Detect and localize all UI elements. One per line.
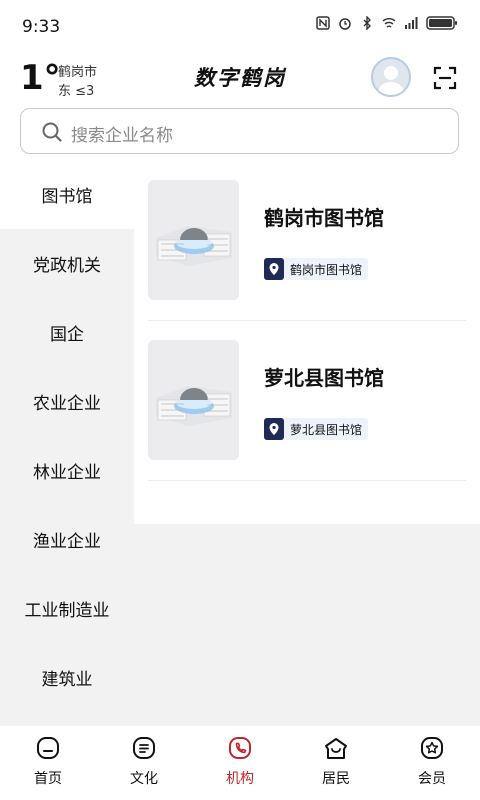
- member-icon: [421, 737, 443, 759]
- wind-info: 东 ≤3: [58, 84, 95, 99]
- divider: [148, 480, 466, 481]
- institution-icon: [229, 737, 251, 759]
- nav-member[interactable]: 会员: [384, 734, 480, 796]
- sidebar-item-label: 建筑业: [41, 670, 93, 690]
- culture-icon: [133, 737, 155, 759]
- sidebar-item-manufacturing[interactable]: 工业制造业: [0, 574, 134, 643]
- wifi-icon: [382, 18, 396, 28]
- alarm-icon: [339, 18, 351, 30]
- app-header: 1° 鹤岗市 东 ≤3 数字鹤岗: [0, 52, 480, 104]
- sidebar-item-label: 国企: [50, 325, 84, 345]
- listing-title: 萝北县图书馆: [264, 366, 384, 390]
- location-tag: 鹤岗市图书馆: [264, 258, 369, 280]
- sidebar-item-agriculture[interactable]: 农业企业: [0, 367, 134, 436]
- building-thumbnail: [148, 340, 239, 460]
- bottom-nav: 首页 文化 机构 居民 会员: [0, 726, 480, 800]
- city-name: 鹤岗市: [58, 65, 98, 80]
- search-icon: [42, 122, 62, 142]
- listing-card[interactable]: 鹤岗市图书馆 鹤岗市图书馆: [148, 180, 466, 320]
- nav-label: 首页: [34, 771, 62, 787]
- sidebar-item-fishery[interactable]: 渔业企业: [0, 505, 134, 574]
- nav-label: 机构: [226, 771, 254, 787]
- signal-icon: [405, 17, 418, 29]
- temperature: 1°: [20, 58, 61, 98]
- sidebar-item-label: 林业企业: [33, 463, 101, 483]
- nav-label: 文化: [130, 771, 158, 787]
- sidebar-item-label: 渔业企业: [33, 532, 101, 552]
- divider: [148, 320, 466, 321]
- location-tag-label: 鹤岗市图书馆: [290, 262, 363, 277]
- sidebar-item-construction[interactable]: 建筑业: [0, 643, 134, 712]
- listing-panel: 鹤岗市图书馆 鹤岗市图书馆 萝北县图书馆 萝北县图书馆: [134, 160, 480, 524]
- avatar[interactable]: [371, 57, 411, 97]
- listing-title: 鹤岗市图书馆: [264, 206, 384, 230]
- sidebar-item-label: 党政机关: [33, 256, 101, 276]
- sidebar-item-label: 图书馆: [41, 187, 93, 207]
- location-tag-label: 萝北县图书馆: [290, 422, 363, 437]
- status-time: 9:33: [22, 17, 61, 37]
- search-input[interactable]: 搜索企业名称: [20, 108, 459, 154]
- user-icon: [377, 66, 405, 95]
- nav-institution[interactable]: 机构: [192, 734, 288, 796]
- location-pin-icon: [264, 418, 284, 440]
- sidebar-item-forestry[interactable]: 林业企业: [0, 436, 134, 505]
- bluetooth-icon: [363, 16, 371, 30]
- location-pin-icon: [264, 258, 284, 280]
- home-icon: [37, 737, 59, 759]
- status-bar: 9:33: [0, 0, 480, 52]
- sidebar-item-label: 农业企业: [33, 394, 101, 414]
- search-placeholder: 搜索企业名称: [71, 126, 173, 146]
- sidebar-item-library[interactable]: 图书馆: [0, 160, 134, 229]
- residents-icon: [325, 738, 347, 759]
- sidebar-item-label: 工业制造业: [24, 601, 110, 621]
- listing-card[interactable]: 萝北县图书馆 萝北县图书馆: [148, 340, 466, 480]
- building-icon: [148, 340, 239, 460]
- sidebar-item-state-enterprise[interactable]: 国企: [0, 298, 134, 367]
- building-icon: [148, 180, 239, 300]
- battery-icon: [426, 16, 457, 30]
- app-title: 数字鹤岗: [194, 65, 286, 90]
- nav-label: 居民: [322, 771, 350, 787]
- nav-residents[interactable]: 居民: [288, 734, 384, 796]
- nav-home[interactable]: 首页: [0, 734, 96, 796]
- scan-icon[interactable]: [432, 65, 458, 91]
- nav-culture[interactable]: 文化: [96, 734, 192, 796]
- building-thumbnail: [148, 180, 239, 300]
- sidebar-item-government[interactable]: 党政机关: [0, 229, 134, 298]
- status-icons: [316, 16, 458, 30]
- nfc-icon: [316, 16, 330, 30]
- location-tag: 萝北县图书馆: [264, 418, 369, 440]
- nav-label: 会员: [418, 771, 446, 787]
- category-sidebar: 图书馆 党政机关 国企 农业企业 林业企业 渔业企业 工业制造业 建筑业: [0, 160, 134, 726]
